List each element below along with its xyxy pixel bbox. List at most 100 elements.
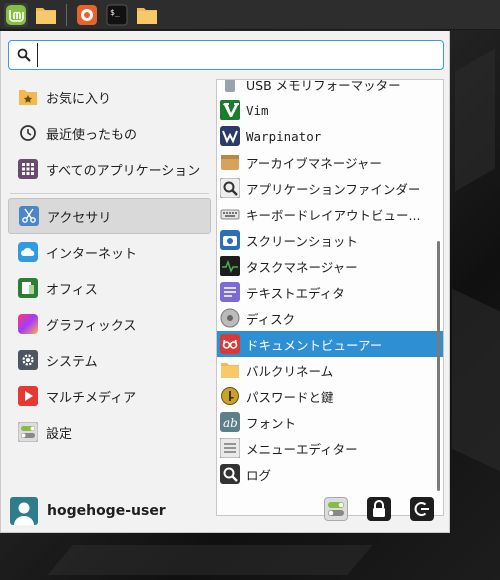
app-application-finder[interactable]: アプリケーションファインダー — [217, 175, 443, 201]
application-menu: お気に入り 最近使ったもの すべてのアプリケーション アクセサリ インターネット… — [0, 31, 450, 533]
font-icon: ab — [220, 412, 240, 432]
app-label: Warpinator — [246, 128, 322, 144]
app-label: ログ — [246, 467, 272, 483]
app-keyboard-layout-viewer[interactable]: キーボードレイアウトビュー... — [217, 201, 443, 227]
app-document-viewer[interactable]: ドキュメントビューアー — [217, 331, 443, 357]
app-task-manager[interactable]: タスクマネージャー — [217, 253, 443, 279]
monitor-icon — [220, 256, 240, 276]
category-label: インターネット — [46, 246, 138, 262]
app-fonts[interactable]: ab フォント — [217, 409, 443, 435]
search-input[interactable] — [37, 43, 443, 67]
application-list[interactable]: USB メモリフォーマッター Vim Warpinator アーカイブマネージャ… — [216, 79, 444, 516]
footer-actions — [324, 497, 434, 521]
app-vim[interactable]: Vim — [217, 97, 443, 123]
scissors-icon — [19, 206, 39, 226]
category-label: 最近使ったもの — [46, 127, 138, 143]
app-logs[interactable]: ログ — [217, 461, 443, 487]
category-label: オフィス — [46, 282, 98, 298]
category-recent[interactable]: 最近使ったもの — [8, 115, 211, 151]
log-icon — [220, 464, 240, 484]
keyboard-icon — [220, 204, 240, 224]
category-all-applications[interactable]: すべてのアプリケーション — [8, 151, 211, 187]
app-label: キーボードレイアウトビュー... — [246, 207, 421, 223]
app-list-scrollbar[interactable] — [437, 241, 440, 491]
app-label: スクリーンショット — [246, 233, 358, 249]
app-label: フォント — [246, 415, 297, 431]
office-icon — [18, 278, 38, 298]
background-shard — [47, 545, 373, 575]
lock-icon — [373, 500, 385, 517]
folder-icon — [36, 7, 56, 24]
user-avatar — [10, 497, 38, 525]
category-label: アクセサリ — [47, 210, 112, 226]
app-label: Vim — [246, 102, 269, 118]
app-archive-manager[interactable]: アーカイブマネージャー — [217, 149, 443, 175]
mint-menu-button[interactable] — [4, 2, 28, 27]
app-label: パスワードと鍵 — [246, 389, 334, 405]
top-panel: $_ — [0, 0, 500, 30]
terminal-icon: $_ — [106, 4, 128, 25]
app-label: テキストエディタ — [246, 285, 345, 301]
disk-icon — [220, 308, 240, 328]
menu-footer: hogehoge-user — [1, 489, 449, 533]
app-bulk-rename[interactable]: バルクリネーム — [217, 357, 443, 383]
app-label: ディスク — [246, 311, 296, 327]
menu-editor-icon — [220, 438, 240, 458]
category-label: システム — [46, 354, 98, 370]
category-accessories[interactable]: アクセサリ — [8, 198, 211, 234]
app-menu-editor[interactable]: メニューエディター — [217, 435, 443, 461]
files-launcher-2[interactable] — [135, 3, 159, 27]
background-shard — [452, 288, 500, 472]
mint-menu-icon — [6, 4, 26, 25]
vim-icon — [220, 100, 240, 120]
usb-icon — [220, 80, 240, 94]
application-list-inner: USB メモリフォーマッター Vim Warpinator アーカイブマネージャ… — [217, 79, 443, 487]
play-icon — [18, 386, 38, 406]
archive-icon — [220, 152, 240, 172]
key-icon — [220, 386, 240, 406]
firefox-launcher[interactable] — [75, 3, 99, 27]
folder-icon — [137, 7, 157, 24]
category-label: お気に入り — [46, 91, 112, 107]
category-settings[interactable]: 設定 — [8, 414, 211, 450]
category-label: 設定 — [46, 426, 73, 442]
star-folder-icon — [18, 87, 38, 107]
category-divider — [10, 193, 209, 194]
category-multimedia[interactable]: マルチメディア — [8, 378, 211, 414]
terminal-glyph: $_ — [110, 8, 120, 17]
app-warpinator[interactable]: Warpinator — [217, 123, 443, 149]
terminal-launcher[interactable]: $_ — [105, 3, 129, 27]
app-disks[interactable]: ディスク — [217, 305, 443, 331]
cloud-icon — [18, 242, 38, 262]
magnifier-icon — [220, 178, 240, 198]
category-system[interactable]: システム — [8, 342, 211, 378]
toggle-icon — [18, 422, 38, 442]
category-list: お気に入り 最近使ったもの すべてのアプリケーション アクセサリ インターネット… — [8, 79, 211, 450]
category-label: すべてのアプリケーション — [46, 163, 201, 179]
app-passwords-and-keys[interactable]: パスワードと鍵 — [217, 383, 443, 409]
files-launcher[interactable] — [34, 3, 58, 27]
username: hogehoge-user — [47, 503, 166, 519]
user-icon — [14, 502, 34, 525]
category-favorites[interactable]: お気に入り — [8, 79, 211, 115]
search-box[interactable] — [8, 40, 444, 70]
settings-toggle-icon — [328, 502, 344, 516]
grid-icon — [18, 159, 38, 179]
app-label: USB メモリフォーマッター — [246, 79, 401, 93]
panel-separator — [66, 3, 67, 26]
app-screenshot[interactable]: スクリーンショット — [217, 227, 443, 253]
app-label: メニューエディター — [246, 441, 358, 457]
app-label: タスクマネージャー — [246, 259, 358, 275]
graphics-icon — [18, 314, 38, 334]
category-internet[interactable]: インターネット — [8, 234, 211, 270]
app-label: アーカイブマネージャー — [246, 155, 382, 171]
app-text-editor[interactable]: テキストエディタ — [217, 279, 443, 305]
logout-button[interactable] — [410, 497, 434, 521]
document-viewer-icon — [220, 334, 240, 354]
lock-screen-button[interactable] — [367, 497, 391, 521]
search-icon — [17, 48, 31, 62]
category-graphics[interactable]: グラフィックス — [8, 306, 211, 342]
app-usb-formatter[interactable]: USB メモリフォーマッター — [217, 79, 443, 97]
category-office[interactable]: オフィス — [8, 270, 211, 306]
settings-manager-button[interactable] — [324, 497, 348, 521]
